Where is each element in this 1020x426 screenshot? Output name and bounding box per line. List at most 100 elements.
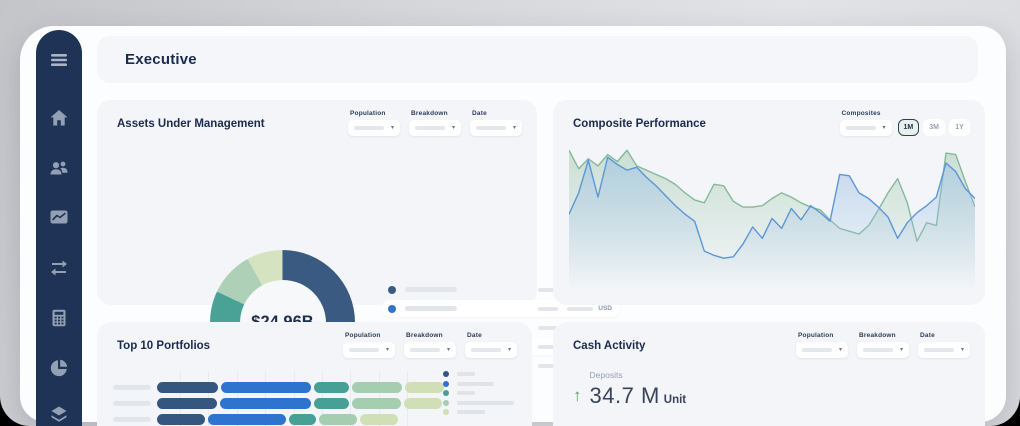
menu-icon[interactable] [49,50,69,70]
card-composite-performance: Composite Performance Composites ▾ 1M3M1… [553,100,985,305]
page-title: Executive [125,51,197,68]
top10-legend-item [443,400,514,406]
bar-segment [352,398,401,409]
date-select[interactable]: ▾ [918,342,970,358]
chevron-down-icon: ▾ [447,347,450,353]
legend-dot [443,390,449,396]
date-select[interactable]: ▾ [470,120,522,136]
legend-dot [388,286,396,294]
legend-label-skeleton [457,372,475,376]
row-label-skeleton [113,385,151,390]
bar-segment [314,382,349,393]
select-placeholder-skeleton [354,126,384,130]
range-button-1m[interactable]: 1M [898,119,920,136]
performance-icon[interactable] [49,207,69,227]
card-title: Top 10 Portfolios [117,340,210,352]
population-select[interactable]: ▾ [348,120,400,136]
breakdown-select[interactable]: ▾ [404,342,456,358]
bar-segment [352,382,402,393]
filter-label: Date [472,110,522,117]
bar-segment [314,398,349,409]
name-skeleton [405,306,457,311]
filter-label: Date [467,332,517,339]
name-skeleton [405,287,457,292]
select-placeholder-skeleton [924,348,954,352]
card-assets-under-management: Assets Under Management Population▾Break… [97,100,537,305]
filter-date: Date ▾ [470,110,522,136]
deposits-metric: ↑ Deposits 34.7 M Unit [573,370,686,409]
filter-label: Date [920,332,970,339]
bar-segment [157,398,217,409]
row-label-skeleton [113,401,151,406]
select-placeholder-skeleton [863,348,893,352]
chevron-down-icon: ▾ [900,347,903,353]
filter-composites: Composites ▾ [840,110,892,136]
chevron-down-icon: ▾ [961,347,964,353]
filter-label: Breakdown [406,332,456,339]
bar-segment [157,414,205,425]
deposits-label: Deposits [590,370,687,380]
bar-segment [221,382,311,393]
bar-segment [220,398,311,409]
legend-label-skeleton [457,401,514,405]
row-label-skeleton [113,417,151,422]
population-select[interactable]: ▾ [796,342,848,358]
chevron-down-icon: ▾ [508,347,511,353]
legend-dot [443,400,449,406]
calculator-icon[interactable] [49,308,69,328]
filter-label: Breakdown [859,332,909,339]
population-select[interactable]: ▾ [343,342,395,358]
date-select[interactable]: ▾ [465,342,517,358]
sidebar [36,30,82,426]
value-skeleton [538,307,558,311]
bar-segment [289,414,316,425]
bar-segment [360,414,398,425]
cash-filters: Population ▾ Breakdown ▾ Date ▾ [796,332,970,358]
range-button-group: 1M3M1Y [898,119,970,136]
allocation-icon[interactable] [49,358,69,378]
layers-icon[interactable] [49,404,69,424]
top10-legend-item [443,409,514,415]
bar-segment [208,414,286,425]
dashboard: Executive Assets Under Management Popula… [0,0,1020,426]
composite-chart [569,146,975,288]
filter-population: Population ▾ [348,110,400,136]
filter-breakdown: Breakdown ▾ [404,332,456,358]
select-placeholder-skeleton [476,126,506,130]
home-icon[interactable] [49,108,69,128]
filter-label: Population [798,332,848,339]
deposits-value: 34.7 M [590,383,660,409]
currency-label: USD [598,305,612,312]
filter-label: Population [345,332,395,339]
transfers-icon[interactable] [49,258,69,278]
select-placeholder-skeleton [471,348,501,352]
legend-label-skeleton [457,410,485,414]
page-header: Executive [97,36,978,83]
filter-date: Date ▾ [465,332,517,358]
team-icon[interactable] [49,158,69,178]
legend-dot [443,381,449,387]
card-cash-activity: Cash Activity Population ▾ Breakdown ▾ Date ▾… [553,322,985,426]
range-button-3m[interactable]: 3M [923,119,945,136]
breakdown-select[interactable]: ▾ [857,342,909,358]
legend-dot [443,409,449,415]
chevron-down-icon: ▾ [452,125,455,131]
filter-label: Population [350,110,400,117]
select-placeholder-skeleton [846,126,876,130]
breakdown-select[interactable]: ▾ [409,120,461,136]
bar-segment [157,382,218,393]
aum-filters: Population ▾ Breakdown ▾ Date ▾ [348,110,522,136]
composites-select[interactable]: ▾ [840,120,892,136]
range-button-1y[interactable]: 1Y [949,119,970,136]
filter-label: Breakdown [411,110,461,117]
card-title: Cash Activity [573,340,645,352]
bar-segment [404,398,442,409]
legend-dot [443,371,449,377]
top10-legend-item [443,390,514,396]
filter-date: Date ▾ [918,332,970,358]
deposits-unit: Unit [664,394,686,406]
chevron-down-icon: ▾ [883,125,886,131]
bar-segment [405,382,444,393]
select-placeholder-skeleton [802,348,832,352]
filter-breakdown: Breakdown ▾ [857,332,909,358]
